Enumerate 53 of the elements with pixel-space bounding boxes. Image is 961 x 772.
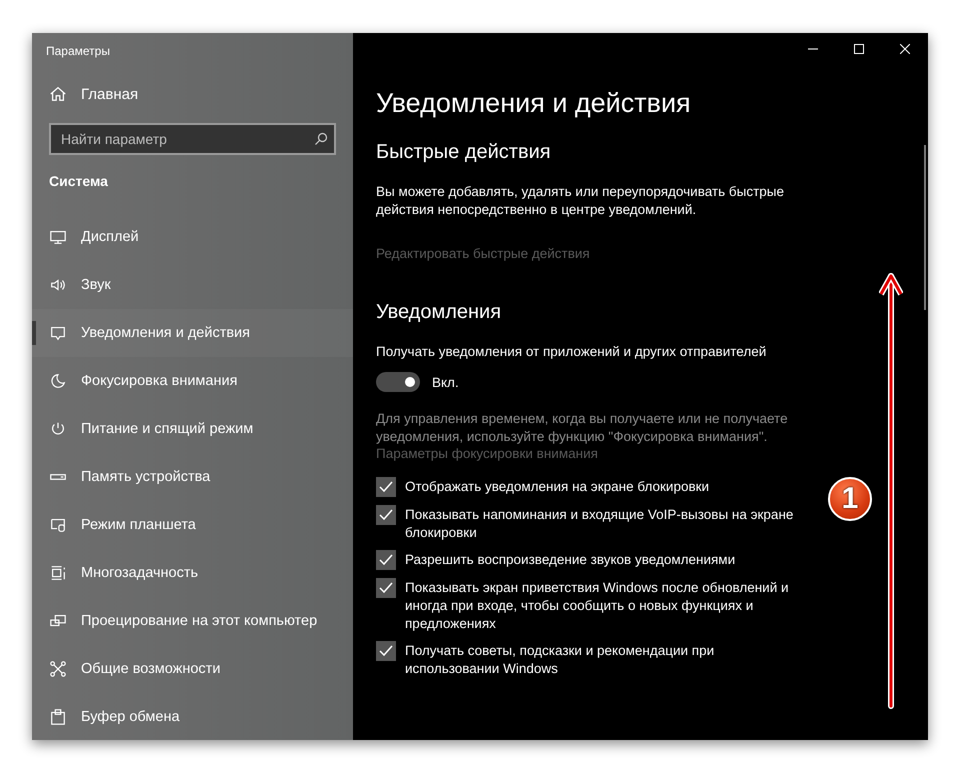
minimize-icon	[808, 48, 818, 50]
sidebar-item[interactable]: Многозадачность	[32, 549, 353, 597]
hint-text: Для управления временем, когда вы получаете или не получаете уведомления, используйте функцию "Фокусировка внимания".	[376, 410, 789, 446]
number-badge: 1	[828, 477, 872, 521]
page-title: Уведомления и действия	[376, 88, 691, 119]
search-field[interactable]: Найти параметр	[49, 123, 336, 155]
scrollbar[interactable]	[924, 145, 926, 310]
sidebar-item[interactable]: Уведомления и действия	[32, 309, 353, 357]
search-icon	[314, 132, 328, 146]
maximize-icon	[854, 44, 864, 54]
checkbox[interactable]	[376, 550, 396, 570]
toggle-switch[interactable]	[376, 372, 420, 392]
multitask-icon	[49, 564, 67, 582]
checkbox[interactable]	[376, 505, 396, 525]
close-icon	[900, 44, 910, 54]
toggle-state: Вкл.	[432, 374, 459, 390]
section-heading: Система	[49, 173, 108, 189]
sidebar-item[interactable]: Фокусировка внимания	[32, 357, 353, 405]
network-icon	[49, 660, 67, 678]
section-heading: Уведомления	[376, 301, 502, 324]
check-icon	[379, 481, 393, 493]
tablet-icon	[49, 516, 67, 534]
checkbox[interactable]	[376, 641, 396, 661]
check-icon	[379, 645, 393, 657]
window-title: Параметры	[45, 43, 110, 58]
description-text: Вы можете добавлять, удалять или переупорядочивать быстрые действия непосредственно в центре уведомлений.	[376, 183, 785, 219]
checkbox-label: Разрешить воспроизведение звуков уведомлениями	[405, 551, 736, 569]
clipboard-icon	[49, 708, 67, 726]
sidebar-item[interactable]: Общие возможности	[32, 645, 353, 693]
sidebar-item[interactable]: Память устройства	[32, 453, 353, 501]
drive-icon	[49, 474, 67, 480]
moon-icon	[49, 372, 67, 390]
section-heading: Быстрые действия	[376, 141, 551, 164]
sidebar-item[interactable]: Режим планшета	[32, 501, 353, 549]
sidebar-item[interactable]: Питание и спящий режим	[32, 405, 353, 453]
monitor-icon	[49, 228, 67, 246]
sidebar-item[interactable]: Буфер обмена	[32, 693, 353, 740]
check-icon	[379, 582, 393, 594]
checkbox-label: Отображать уведомления на экране блокировки	[405, 478, 710, 496]
check-icon	[379, 509, 393, 521]
checkbox-label: Показывать напоминания и входящие VoIP-вызовы на экране блокировки	[405, 506, 794, 542]
home-link[interactable]: Главная	[49, 85, 138, 103]
home-icon	[49, 85, 67, 103]
checkbox[interactable]	[376, 477, 396, 497]
checkbox-label: Получать советы, подсказки и рекомендации при использовании Windows	[405, 642, 716, 678]
check-icon	[379, 554, 393, 566]
checkbox[interactable]	[376, 578, 396, 598]
sidebar-item[interactable]: Дисплей	[32, 213, 353, 261]
toggle-label: Получать уведомления от приложений и других отправителей	[376, 343, 768, 361]
sidebar-item[interactable]: Проецирование на этот компьютер	[32, 597, 353, 645]
checkbox-label: Показывать экран приветствия Windows после обновлений и иногда при входе, чтобы сообщить о новых функциях и предложениях	[405, 579, 790, 633]
speech-bubble-icon	[49, 324, 67, 342]
sidebar-item[interactable]: Звук	[32, 261, 353, 309]
